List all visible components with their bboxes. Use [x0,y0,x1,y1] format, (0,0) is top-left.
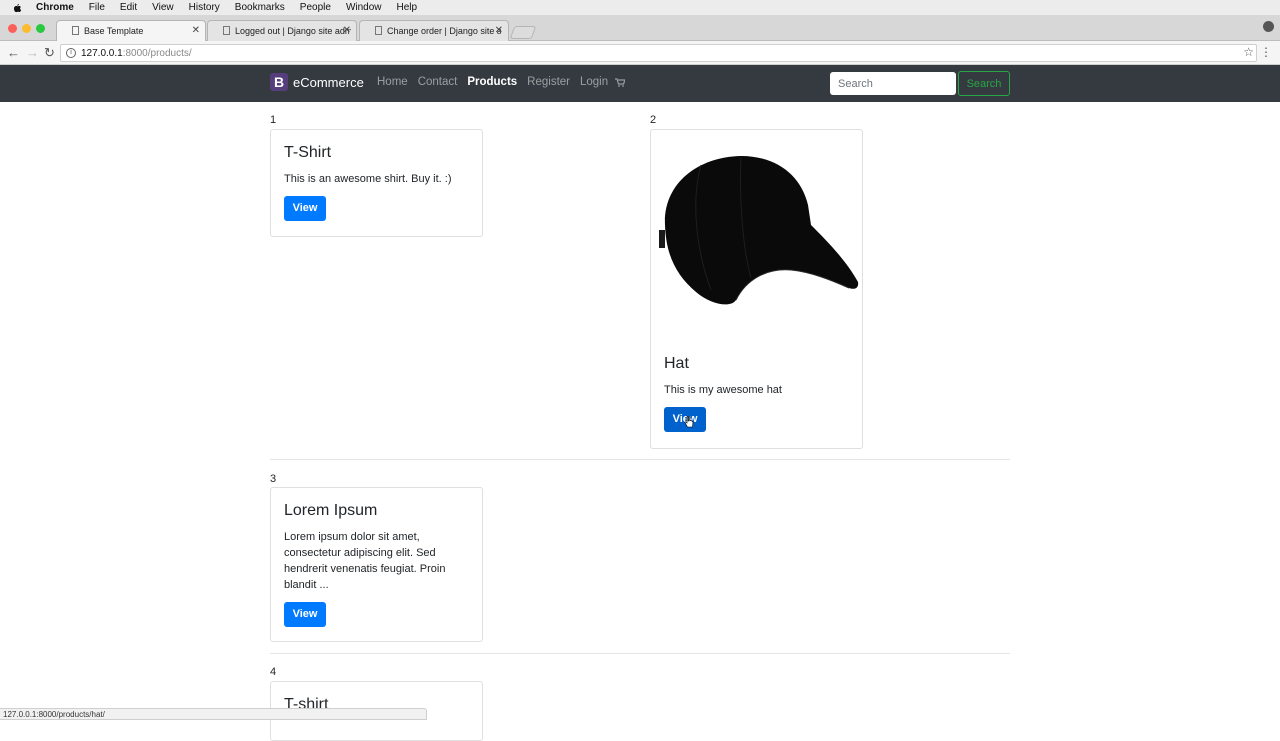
product-card: T-Shirt This is an awesome shirt. Buy it… [270,129,483,237]
site-navbar: B eCommerce Home Contact Products Regist… [0,65,1280,102]
product-title: Hat [664,355,689,372]
browser-toolbar: ← → ↻ i 127.0.0.1:8000/products/ ☆ ⋮ [0,41,1280,65]
zoom-window-button[interactable] [36,24,45,33]
address-bar[interactable]: i 127.0.0.1:8000/products/ [60,44,1257,62]
tab-base-template[interactable]: Base Template ✕ [56,20,206,41]
tab-title: Base Template [84,25,144,36]
page-icon [72,26,79,35]
menu-view[interactable]: View [152,2,174,13]
product-number: 2 [650,114,657,126]
tab-title: Logged out | Django site adm [235,25,351,36]
nav-register[interactable]: Register [527,76,570,88]
profile-icon[interactable] [1263,21,1274,32]
product-title: T-Shirt [284,144,332,161]
browser-tab-strip: Base Template ✕ Logged out | Django site… [0,15,1280,41]
search-button[interactable]: Search [958,71,1010,96]
product-number: 3 [270,473,277,485]
reload-icon[interactable]: ↻ [44,45,55,61]
tab-logged-out[interactable]: Logged out | Django site adm ✕ [207,20,357,41]
nav-login[interactable]: Login [580,76,608,88]
apple-icon[interactable] [12,3,22,13]
menu-edit[interactable]: Edit [120,2,137,13]
product-number: 1 [270,114,277,126]
view-product-button[interactable]: View [284,196,326,221]
close-tab-icon[interactable]: ✕ [343,25,351,36]
info-icon[interactable]: i [66,48,76,58]
product-description: This is my awesome hat [664,384,782,396]
menu-people[interactable]: People [300,2,331,13]
row-divider [270,459,1010,460]
nav-products[interactable]: Products [467,76,517,88]
minimize-window-button[interactable] [22,24,31,33]
close-tab-icon[interactable]: ✕ [495,25,503,36]
tab-title: Change order | Django site ad [387,25,501,36]
product-title: Lorem Ipsum [284,502,378,519]
view-product-button[interactable]: View [284,602,326,627]
mac-menu-bar: Chrome File Edit View History Bookmarks … [0,0,1280,15]
brand-link[interactable]: B eCommerce [270,73,364,91]
close-tab-icon[interactable]: ✕ [192,25,200,36]
new-tab-button[interactable] [509,26,537,39]
menu-bookmarks[interactable]: Bookmarks [235,2,285,13]
bookmark-star-icon[interactable]: ☆ [1243,45,1254,59]
hat-product-image[interactable] [651,130,862,328]
url-host: 127.0.0.1 [81,47,123,59]
back-icon[interactable]: ← [7,45,20,60]
page-icon [223,26,230,35]
url-path: :8000/products/ [122,47,192,59]
link-status-bar: 127.0.0.1:8000/products/hat/ [0,708,427,720]
search-input[interactable] [830,72,956,95]
menu-window[interactable]: Window [346,2,382,13]
menu-kebab-icon[interactable]: ⋮ [1260,45,1272,59]
menu-help[interactable]: Help [397,2,418,13]
product-description: This is an awesome shirt. Buy it. :) [284,173,452,185]
product-description: Lorem ipsum dolor sit amet, consectetur … [284,531,446,591]
page-icon [375,26,382,35]
nav-contact[interactable]: Contact [418,76,458,88]
menu-file[interactable]: File [89,2,105,13]
tab-change-order[interactable]: Change order | Django site ad ✕ [359,20,509,41]
product-number: 4 [270,666,277,678]
menu-history[interactable]: History [189,2,220,13]
close-window-button[interactable] [8,24,17,33]
menu-app-name[interactable]: Chrome [36,2,74,13]
hand-cursor-icon [684,416,694,428]
nav-links: Home Contact Products Register Login [377,76,618,88]
bootstrap-logo-icon: B [270,73,288,91]
row-divider [270,653,1010,654]
cart-icon[interactable] [615,78,625,87]
product-card: Hat This is my awesome hat View [650,129,863,449]
brand-name: eCommerce [293,74,364,90]
product-card: Lorem Ipsum Lorem ipsum dolor sit amet, … [270,487,483,642]
forward-icon[interactable]: → [26,45,39,60]
nav-home[interactable]: Home [377,76,408,88]
